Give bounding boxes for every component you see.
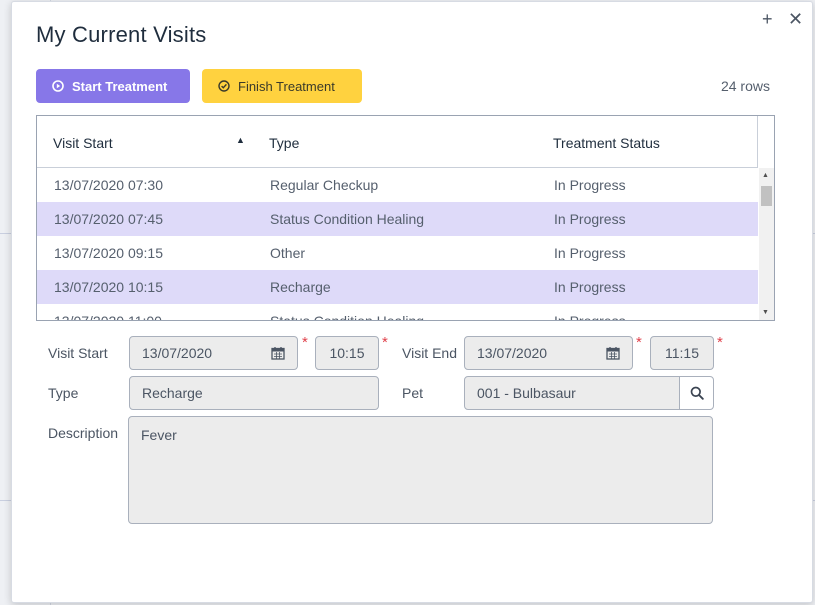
type-label: Type [48, 385, 79, 401]
cell-status: In Progress [554, 211, 626, 227]
visit-start-time-field[interactable]: 10:15 [315, 336, 379, 370]
scrollbar-thumb[interactable] [761, 186, 772, 206]
visit-start-time-value: 10:15 [329, 345, 365, 361]
table-row[interactable]: 13/07/2020 09:15 Other In Progress [37, 236, 758, 270]
table-row[interactable]: 13/07/2020 11:00 Status Condition Healin… [37, 304, 758, 321]
type-field[interactable]: Recharge [129, 376, 379, 410]
close-button[interactable]: ✕ [788, 10, 803, 28]
play-circle-icon [52, 80, 64, 92]
visit-end-time-field[interactable]: 11:15 [650, 336, 714, 370]
calendar-icon[interactable] [606, 346, 620, 360]
finish-treatment-button[interactable]: Finish Treatment [202, 69, 362, 103]
pet-search-button[interactable] [679, 376, 714, 410]
visit-end-time-value: 11:15 [665, 345, 699, 361]
description-label: Description [48, 425, 119, 441]
visit-start-label: Visit Start [48, 345, 108, 361]
visit-start-date-field[interactable]: 13/07/2020 [129, 336, 298, 370]
required-marker: * [636, 334, 642, 351]
visit-start-date-value: 13/07/2020 [142, 345, 213, 361]
column-header-treatment-status[interactable]: Treatment Status [553, 135, 660, 151]
pet-field[interactable]: 001 - Bulbasaur [464, 376, 681, 410]
column-header-type[interactable]: Type [269, 135, 299, 151]
required-marker: * [302, 334, 308, 351]
close-icon: ✕ [788, 9, 804, 29]
cell-type: Regular Checkup [270, 177, 379, 193]
sort-asc-icon: ▲ [236, 135, 245, 145]
plus-icon: + [762, 9, 773, 29]
required-marker: * [382, 334, 388, 351]
cell-status: In Progress [554, 245, 626, 261]
cell-status: In Progress [554, 177, 626, 193]
cell-visit-start: 13/07/2020 09:15 [54, 245, 163, 261]
table-row[interactable]: 13/07/2020 07:45 Status Condition Healin… [37, 202, 758, 236]
visit-end-date-value: 13/07/2020 [477, 345, 548, 361]
type-value: Recharge [142, 385, 203, 401]
required-marker: * [717, 334, 723, 351]
row-count: 24 rows [720, 78, 770, 94]
start-treatment-label: Start Treatment [72, 78, 168, 94]
pet-label: Pet [402, 385, 424, 401]
maximize-button[interactable]: + [762, 10, 773, 28]
start-treatment-button[interactable]: Start Treatment [36, 69, 190, 103]
table-row[interactable]: 13/07/2020 07:30 Regular Checkup In Prog… [37, 168, 758, 202]
finish-treatment-label: Finish Treatment [238, 78, 335, 94]
cell-visit-start: 13/07/2020 07:45 [54, 211, 163, 227]
cell-type: Status Condition Healing [270, 313, 425, 321]
visits-dialog: My Current Visits + ✕ Start Treatment Fi… [11, 1, 813, 603]
check-circle-icon [218, 80, 230, 92]
column-header-visit-start[interactable]: Visit Start [53, 135, 113, 151]
description-textarea[interactable]: Fever [128, 416, 713, 524]
cell-type: Other [270, 245, 306, 261]
cell-visit-start: 13/07/2020 10:15 [54, 279, 163, 295]
cell-type: Recharge [270, 279, 331, 295]
cell-status: In Progress [554, 279, 626, 295]
visit-end-label: Visit End [402, 345, 457, 361]
grid-scrollbar[interactable]: ▲ ▼ [759, 168, 774, 320]
search-icon [690, 386, 704, 400]
table-row[interactable]: 13/07/2020 10:15 Recharge In Progress [37, 270, 758, 304]
cell-visit-start: 13/07/2020 07:30 [54, 177, 163, 193]
grid-header: Visit Start ▲ Type Treatment Status [37, 116, 758, 168]
dialog-title: My Current Visits [36, 22, 207, 47]
visit-end-date-field[interactable]: 13/07/2020 [464, 336, 633, 370]
pet-value: 001 - Bulbasaur [477, 385, 576, 401]
visits-grid: Visit Start ▲ Type Treatment Status 13/0… [36, 115, 775, 321]
calendar-icon[interactable] [271, 346, 285, 360]
cell-status: In Progress [554, 313, 626, 321]
cell-type: Status Condition Healing [270, 211, 425, 227]
scroll-up-icon[interactable]: ▲ [762, 172, 769, 179]
scroll-down-icon[interactable]: ▼ [762, 309, 769, 316]
cell-visit-start: 13/07/2020 11:00 [54, 313, 162, 321]
